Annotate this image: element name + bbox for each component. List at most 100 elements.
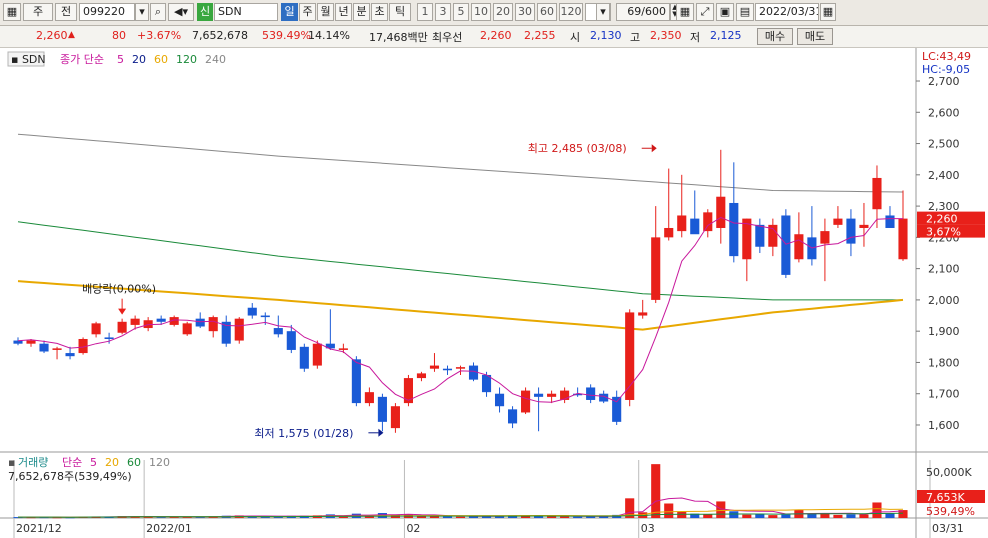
candle-body	[260, 315, 270, 318]
candle-body	[638, 312, 648, 316]
volume-value: 7,652,678	[192, 29, 248, 42]
interval-120[interactable]: 120	[559, 3, 583, 21]
save-icon[interactable]: ▣	[716, 3, 734, 21]
low-label: 저	[690, 31, 701, 44]
interval-3[interactable]: 3	[435, 3, 451, 21]
volume-bar	[455, 516, 466, 518]
up-arrow-icon: ▲	[68, 30, 75, 40]
market-filter-select[interactable]: 전	[55, 3, 77, 21]
y-tick-label: 1,800	[928, 356, 960, 369]
x-tick-label: 02	[406, 522, 420, 535]
candle-body	[455, 367, 466, 369]
candle-body	[364, 392, 374, 404]
y-tick-label: 2,500	[928, 138, 960, 151]
chevron-down-icon[interactable]: ▾	[596, 3, 610, 21]
candle-body	[898, 218, 908, 260]
candle-body	[794, 234, 804, 260]
search-icon[interactable]: ⌕	[150, 3, 166, 21]
open-price: 2,130	[590, 29, 622, 42]
y-tick-label: 2,000	[928, 294, 960, 307]
speaker-icon[interactable]: ◀▾	[168, 3, 194, 21]
high-annotation: 최고 2,485 (03/08)	[528, 142, 627, 155]
candle-body	[234, 318, 244, 341]
interval-30[interactable]: 30	[515, 3, 535, 21]
sell-button[interactable]: 매도	[797, 28, 833, 45]
interval-10[interactable]: 10	[471, 3, 491, 21]
volume-bar	[768, 515, 778, 518]
period-minute[interactable]: 분	[353, 3, 370, 21]
candle-body	[390, 406, 400, 429]
candle-body	[286, 331, 296, 350]
y-tick-label: 1,700	[928, 388, 960, 401]
volume-bar	[677, 511, 687, 518]
x-tick-label: 03	[641, 522, 655, 535]
candle-body	[39, 343, 49, 352]
period-month[interactable]: 월	[317, 3, 334, 21]
ma-legend-period-60: 60	[154, 53, 168, 66]
candle-body	[156, 318, 166, 322]
volume-bar	[846, 514, 856, 518]
stock-code-input[interactable]: 099220	[79, 3, 135, 21]
chevron-down-icon[interactable]: ▾	[135, 3, 149, 21]
candle-body	[195, 318, 205, 327]
candle-body	[820, 231, 830, 244]
candle-body	[703, 212, 713, 232]
trade-amount: 17,468백만	[369, 31, 428, 44]
layout-icon[interactable]: ▦	[3, 3, 21, 21]
candle-body	[117, 321, 127, 333]
stock-name-field[interactable]: SDN	[214, 3, 278, 21]
calendar-icon[interactable]: ▦	[820, 3, 836, 21]
y-tick-label: 2,600	[928, 106, 960, 119]
grid-tool-icon[interactable]: ▦	[676, 3, 694, 21]
x-tick-label: 03/31	[932, 522, 964, 535]
period-day[interactable]: 일	[281, 3, 298, 21]
volume-legend-label: 단순	[62, 456, 82, 469]
candle-body	[651, 237, 661, 300]
table-icon[interactable]: ▤	[736, 3, 754, 21]
candle-body	[690, 218, 700, 235]
turnover-rate: 14.14%	[308, 29, 350, 42]
candle-body	[586, 387, 596, 400]
low-price: 2,125	[710, 29, 742, 42]
volume-bar	[547, 516, 557, 518]
current-price: 2,260	[36, 29, 68, 42]
high-label: 고	[630, 31, 641, 44]
candle-body	[521, 390, 531, 413]
credit-badge: 신	[197, 3, 213, 21]
bid-price: 2,255	[524, 29, 556, 42]
candle-body	[781, 215, 791, 275]
candle-body	[104, 337, 114, 339]
y-tick-label: 2,400	[928, 169, 960, 182]
candle-body	[508, 409, 518, 424]
volume-bar	[872, 502, 882, 518]
period-second[interactable]: 초	[371, 3, 388, 21]
candle-body	[716, 196, 726, 228]
toolbar: ▦ 주 전 099220 ▾ ⌕ ◀▾ 신 SDN 일 주 월 년 분 초 틱 …	[0, 0, 988, 26]
change-percent: +3.67%	[137, 29, 182, 42]
period-year[interactable]: 년	[335, 3, 352, 21]
volume-tick-label: 50,000K	[926, 466, 972, 479]
data-count[interactable]: 69/600	[616, 3, 670, 21]
volume-legend-icon: ▪	[8, 456, 15, 469]
period-week[interactable]: 주	[299, 3, 316, 21]
period-tick[interactable]: 틱	[389, 3, 411, 21]
last-price-label: 2,260	[926, 213, 958, 226]
stock-chart[interactable]: 1,6001,7001,8001,9002,0002,1002,2002,300…	[0, 48, 988, 538]
ma-legend-period-5: 5	[117, 53, 124, 66]
y-tick-label: 1,900	[928, 325, 960, 338]
draw-tool-icon[interactable]: ⤢	[696, 3, 714, 21]
interval-20[interactable]: 20	[493, 3, 513, 21]
candle-body	[299, 346, 309, 369]
candle-body	[26, 340, 36, 344]
market-select[interactable]: 주	[23, 3, 53, 21]
interval-5[interactable]: 5	[453, 3, 469, 21]
buy-button[interactable]: 매수	[757, 28, 793, 45]
interval-1[interactable]: 1	[417, 3, 433, 21]
date-input[interactable]: 2022/03/31	[755, 3, 819, 21]
volume-bar	[664, 503, 674, 518]
candle-body	[729, 202, 739, 257]
volume-legend-period-120: 120	[149, 456, 170, 469]
candle-body	[91, 323, 101, 335]
interval-60[interactable]: 60	[537, 3, 557, 21]
ma-legend-period-240: 240	[205, 53, 226, 66]
